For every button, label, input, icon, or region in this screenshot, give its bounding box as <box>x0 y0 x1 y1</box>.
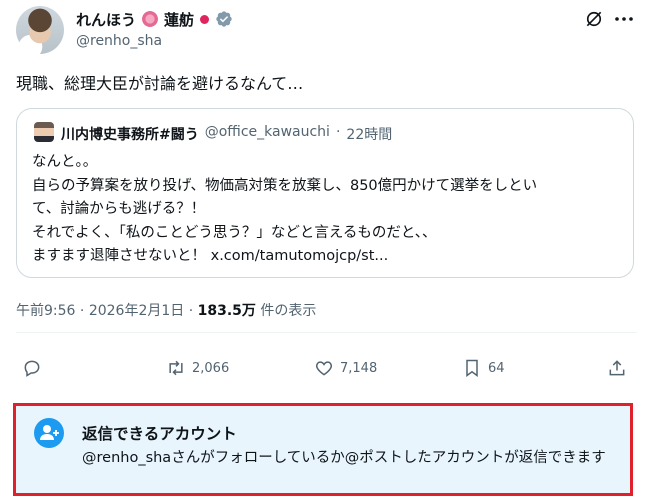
share-button[interactable] <box>607 356 627 380</box>
quote-line: て、討論からも逃げる？！ <box>32 201 206 218</box>
quote-time: 22時間 <box>346 127 393 143</box>
quote-line-text: ますます退陣させないと！ <box>32 248 211 265</box>
tweet-time[interactable]: 午前9:56 <box>16 303 75 319</box>
reply-restriction-description: @renho_shaさんがフォローしているか@ポストしたアカウントが返信できます <box>82 450 606 466</box>
author-name-row[interactable]: れんほう 蓮舫 <box>76 8 233 30</box>
quote-line: 自らの予算案を放り投げ、物価高対策を放棄し、850億円かけて選挙をしとい <box>32 177 538 194</box>
meta-dot: · <box>79 303 85 319</box>
retweet-button[interactable]: 2,066 <box>166 356 229 380</box>
share-icon <box>609 360 625 376</box>
quote-author-handle[interactable]: @office_kawauchi <box>205 124 330 144</box>
bookmark-count: 64 <box>488 360 505 376</box>
author-display-name-suffix[interactable]: 蓮舫 <box>164 9 194 30</box>
divider <box>16 332 637 333</box>
quote-author-avatar[interactable] <box>34 122 54 142</box>
more-icon[interactable] <box>612 9 636 29</box>
like-button[interactable]: 7,148 <box>314 356 377 380</box>
quote-link[interactable]: x.com/tamutomojcp/st... <box>211 248 389 264</box>
like-count: 7,148 <box>340 360 378 376</box>
bookmark-icon <box>466 359 478 377</box>
like-icon <box>315 361 333 376</box>
quote-line: ますます退陣させないと！ x.com/tamutomojcp/st... <box>32 245 622 269</box>
reply-button[interactable] <box>22 356 42 380</box>
retweet-count: 2,066 <box>192 360 230 376</box>
author-display-name[interactable]: れんほう <box>76 9 136 30</box>
red-circle-emoji-icon <box>200 14 210 24</box>
view-count: 183.5万 <box>197 303 256 319</box>
quote-separator: · <box>335 124 341 140</box>
retweet-icon <box>169 360 183 376</box>
verified-icon <box>216 11 232 27</box>
tweet-date[interactable]: 2026年2月1日 <box>89 303 184 319</box>
view-count-label: 件の表示 <box>260 303 317 319</box>
reply-restriction-title: 返信できるアカウント <box>82 425 237 443</box>
quote-header: 川内博史事務所#闘う @office_kawauchi · 22時間 <box>61 124 392 144</box>
author-handle[interactable]: @renho_sha <box>76 33 162 49</box>
meta-dot: · <box>188 303 194 319</box>
tweet-meta: 午前9:56 · 2026年2月1日 · 183.5万 件の表示 <box>16 300 316 320</box>
grok-icon[interactable] <box>584 9 604 29</box>
author-avatar[interactable] <box>16 6 64 54</box>
quote-line: それでよく、「私のことどう思う？」などと言えるものだと、、 <box>32 224 437 241</box>
people-icon <box>34 418 64 448</box>
tweet-text: 現職、総理大臣が討論を避けるなんて… <box>16 74 304 93</box>
bookmark-button[interactable]: 64 <box>462 356 505 380</box>
quote-author-name[interactable]: 川内博史事務所#闘う <box>61 124 199 144</box>
reply-icon <box>24 360 40 377</box>
quote-body: なんと。。 自らの予算案を放り投げ、物価高対策を放棄し、850億円かけて選挙をし… <box>32 151 622 269</box>
quote-line: なんと。。 <box>32 154 98 170</box>
lotus-emoji-icon <box>142 11 159 27</box>
